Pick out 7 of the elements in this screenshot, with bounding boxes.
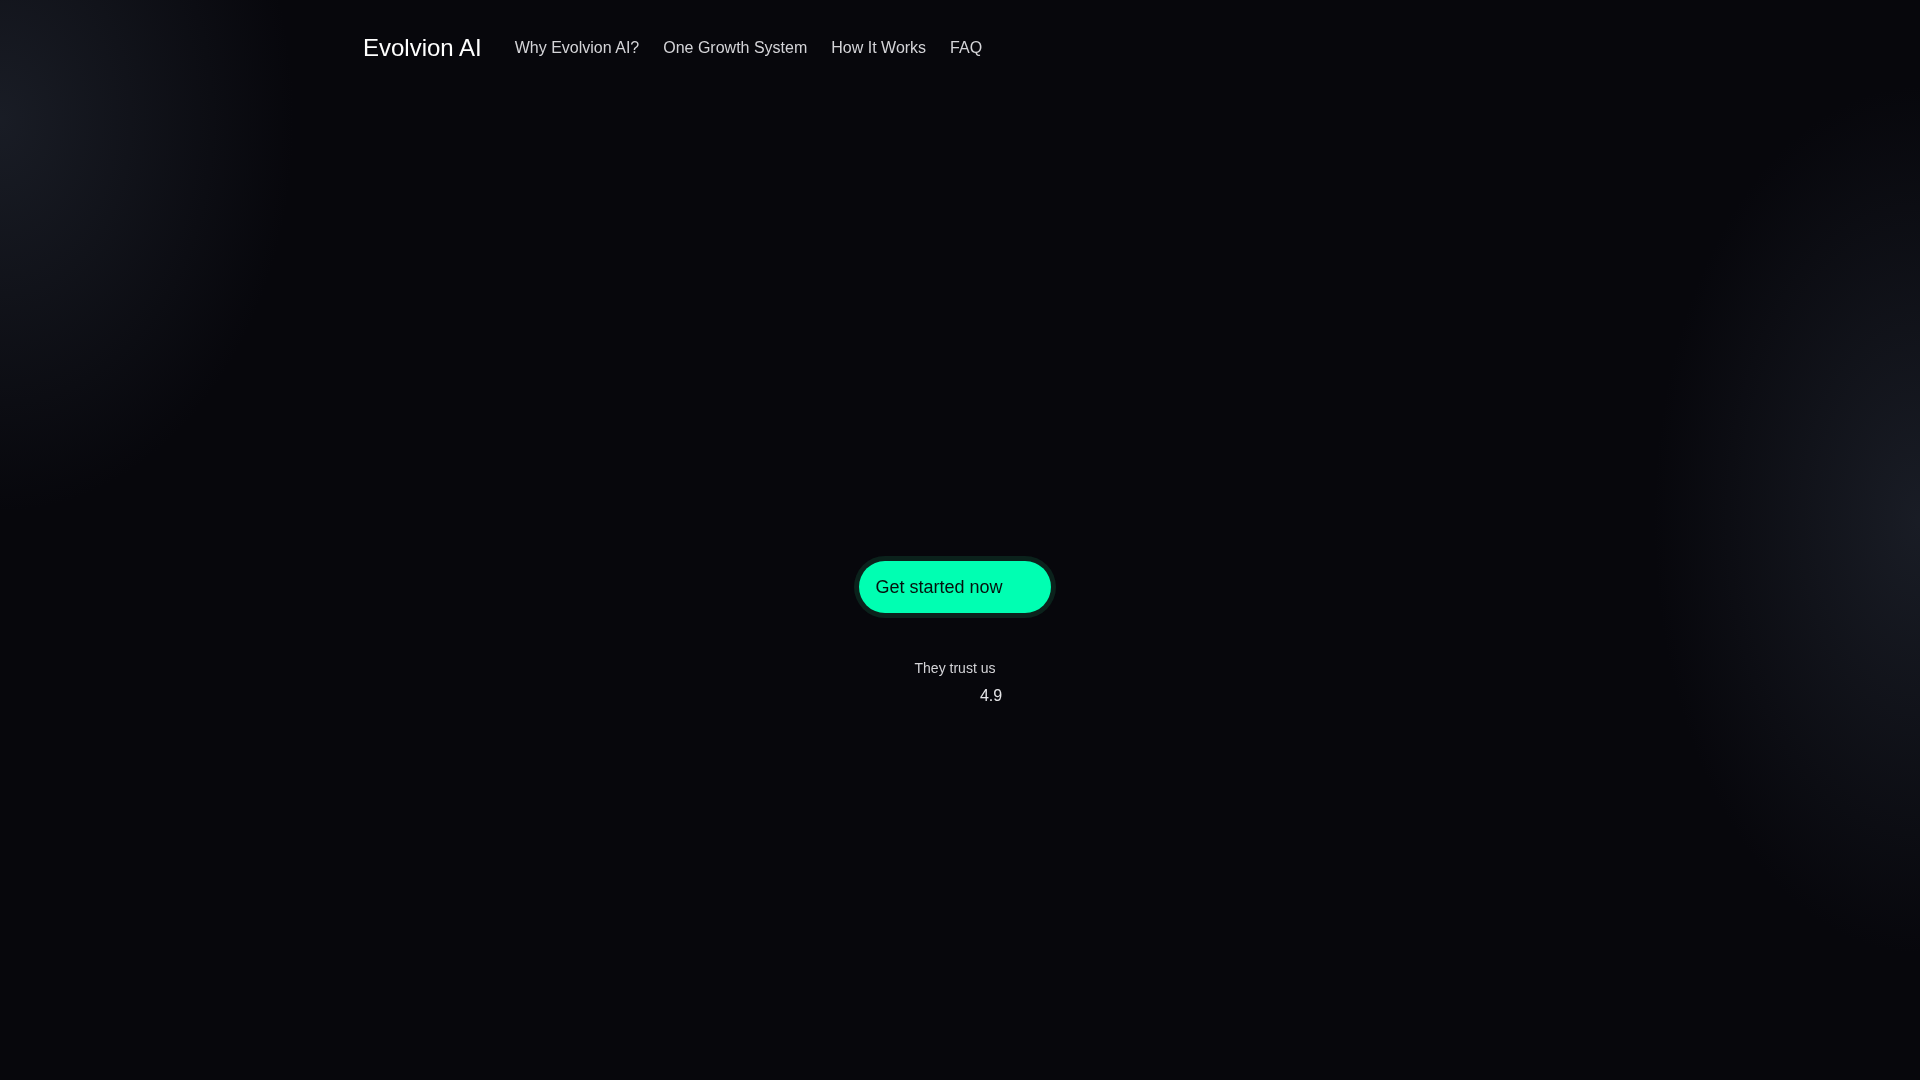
- nav-link[interactable]: Why Evolvion AI?: [514, 39, 640, 57]
- nav-link[interactable]: One Growth System: [663, 39, 808, 57]
- nav-link[interactable]: FAQ: [950, 39, 983, 57]
- trust-label: They trust us: [914, 660, 996, 676]
- site-logo[interactable]: Evolvion AI: [363, 34, 482, 62]
- nav-link[interactable]: How It Works: [831, 39, 927, 57]
- rating-value: 4.9: [979, 687, 1003, 705]
